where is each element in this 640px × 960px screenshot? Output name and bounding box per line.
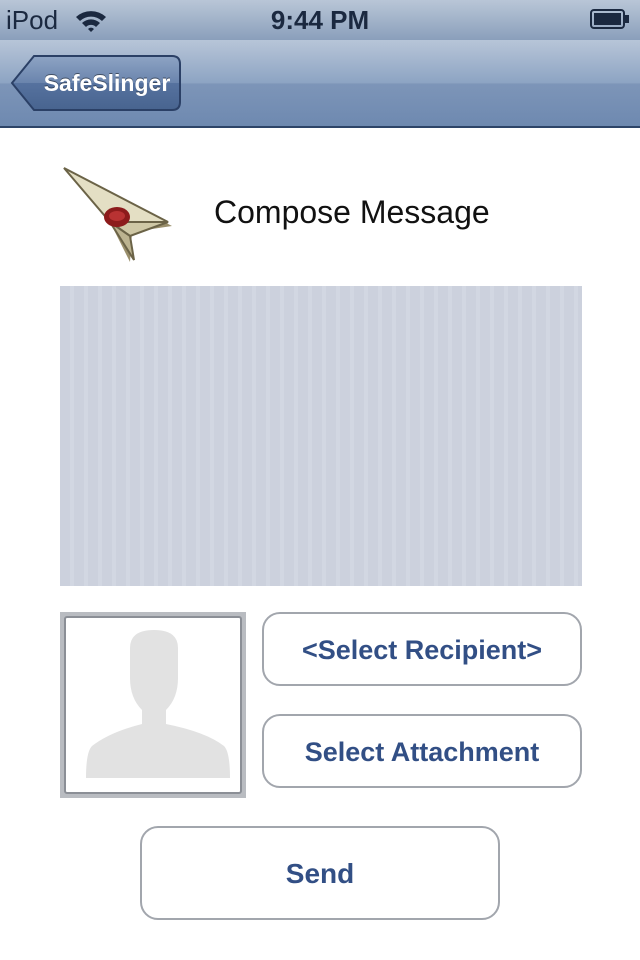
message-input[interactable] bbox=[60, 286, 582, 586]
navigation-bar: SafeSlinger bbox=[0, 40, 640, 128]
status-bar: iPod 9:44 PM bbox=[0, 0, 640, 40]
avatar-frame-inner bbox=[64, 616, 242, 794]
person-silhouette-icon bbox=[86, 630, 230, 778]
select-recipient-button[interactable]: <Select Recipient> bbox=[262, 612, 582, 686]
battery-icon bbox=[590, 9, 629, 29]
recipient-avatar[interactable] bbox=[60, 612, 246, 798]
paper-plane-wax-seal-icon bbox=[63, 167, 172, 262]
back-button[interactable]: SafeSlinger bbox=[10, 54, 182, 112]
send-button[interactable]: Send bbox=[140, 826, 500, 920]
back-button-label: SafeSlinger bbox=[43, 70, 171, 96]
status-time: 9:44 PM bbox=[270, 5, 370, 35]
page-title: Compose Message bbox=[214, 194, 490, 230]
select-attachment-button[interactable]: Select Attachment bbox=[262, 714, 582, 788]
